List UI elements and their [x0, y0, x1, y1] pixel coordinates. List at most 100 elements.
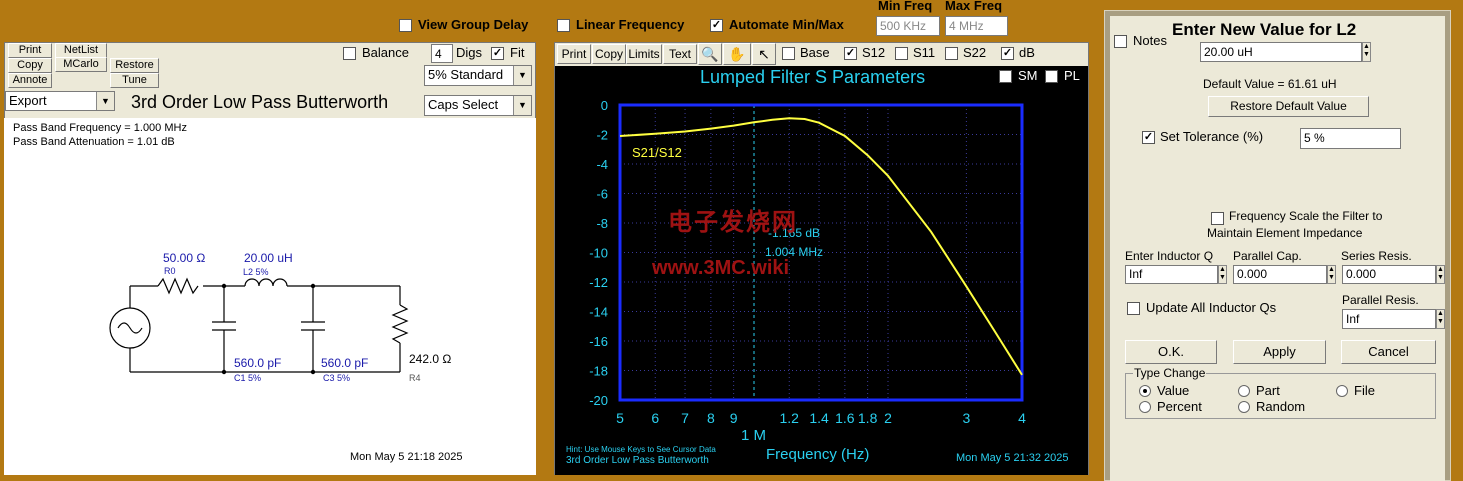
r4-value[interactable]: 242.0 Ω [409, 352, 451, 366]
tolerance-input[interactable]: 5 % [1300, 128, 1401, 149]
percent-radio-label: Percent [1157, 399, 1202, 414]
update-all-checkbox[interactable] [1127, 302, 1140, 315]
pointer-arrow-icon[interactable]: ↖ [752, 43, 776, 65]
r0-name: R0 [164, 266, 176, 276]
y-tick-label: -4 [596, 157, 608, 172]
x-tick-label: 3 [962, 410, 970, 426]
c3-name: C3 5% [323, 373, 351, 383]
y-tick-label: -10 [589, 246, 608, 261]
y-tick-label: -14 [589, 305, 608, 320]
percent-radio[interactable] [1139, 401, 1151, 413]
y-tick-label: 0 [601, 98, 608, 113]
x-tick-label: 1.4 [809, 410, 829, 426]
series-resis-input[interactable]: 0.000 [1342, 265, 1436, 284]
apply-button[interactable]: Apply [1233, 340, 1326, 364]
default-value-text: Default Value = 61.61 uH [1203, 77, 1337, 91]
base-checkbox[interactable] [782, 47, 795, 60]
x-major-label: 1 M [741, 427, 767, 444]
graph-copy-button[interactable]: Copy [592, 44, 626, 64]
cancel-button[interactable]: Cancel [1341, 340, 1436, 364]
s-parameter-chart[interactable]: 0 -2 -4 -6 -8 -10 -12 -14 -16 -18 -20 5 6 7 8 9 1.2 1.4 1.… [555, 66, 1088, 475]
set-tolerance-label: Set Tolerance (%) [1160, 129, 1264, 144]
graph-hint: Hint: Use Mouse Keys to See Cursor Data [566, 445, 716, 454]
zoom-icon[interactable]: 🔍 [698, 43, 722, 65]
x-tick-label: 1.8 [858, 410, 878, 426]
graph-print-button[interactable]: Print [557, 44, 591, 64]
ok-button[interactable]: O.K. [1125, 340, 1217, 364]
min-freq-label: Min Freq [878, 0, 933, 13]
inductor-q-input[interactable]: Inf [1125, 265, 1218, 284]
parallel-cap-spinner[interactable]: ▲ ▼ [1327, 265, 1336, 284]
r0-value[interactable]: 50.00 Ω [163, 251, 205, 265]
series-resis-label: Series Resis. [1341, 249, 1412, 263]
watermark-chinese: 电子发烧网 [668, 209, 798, 236]
new-value-input[interactable]: 20.00 uH [1200, 42, 1362, 62]
file-radio[interactable] [1336, 385, 1348, 397]
s12-checkbox[interactable]: ✓ [844, 47, 857, 60]
parallel-cap-input[interactable]: 0.000 [1233, 265, 1327, 284]
r4-name: R4 [409, 373, 421, 383]
resistor-r4 [391, 304, 409, 344]
y-tick-label: -8 [596, 216, 608, 231]
watermark-url: www.3MC.wiki [652, 257, 790, 279]
x-tick-label: 7 [681, 410, 689, 426]
parallel-cap-label: Parallel Cap. [1233, 249, 1302, 263]
freq-scale-line2: Maintain Element Impedance [1207, 226, 1363, 240]
db-checkbox[interactable]: ✓ [1001, 47, 1014, 60]
y-tick-label: -18 [589, 364, 608, 379]
linear-frequency-checkbox[interactable] [557, 19, 570, 32]
max-freq-label: Max Freq [945, 0, 1003, 13]
x-axis-label: Frequency (Hz) [766, 446, 870, 463]
automate-label: Automate Min/Max [729, 17, 844, 32]
db-label: dB [1019, 45, 1035, 60]
s22-label: S22 [963, 45, 987, 60]
random-radio[interactable] [1238, 401, 1250, 413]
max-freq-input[interactable]: 4 MHz [945, 16, 1008, 36]
notes-checkbox[interactable] [1114, 35, 1127, 48]
series-resis-spinner[interactable]: ▲ ▼ [1436, 265, 1445, 284]
l2-value[interactable]: 20.00 uH [244, 251, 293, 265]
trace-label: S21/S12 [632, 145, 682, 160]
pan-hand-icon[interactable]: ✋ [723, 43, 751, 65]
c1-value[interactable]: 560.0 pF [234, 356, 281, 370]
inductor-q-spinner[interactable]: ▲ ▼ [1218, 265, 1227, 284]
y-tick-label: -12 [589, 275, 608, 290]
inductor-l2 [244, 278, 288, 287]
inductor-q-label: Enter Inductor Q [1125, 249, 1214, 263]
s11-checkbox[interactable] [895, 47, 908, 60]
freq-scale-line1: Frequency Scale the Filter to [1229, 209, 1383, 223]
graph-text-button[interactable]: Text [663, 44, 697, 64]
graph-limits-button[interactable]: Limits [626, 44, 662, 64]
x-tick-label: 2 [884, 410, 892, 426]
resistor-r0 [157, 277, 199, 295]
min-freq-input[interactable]: 500 KHz [876, 16, 940, 36]
panel-heading: Enter New Value for L2 [1172, 20, 1357, 39]
automate-checkbox[interactable]: ✓ [710, 19, 723, 32]
x-tick-label: 1.2 [780, 410, 800, 426]
s22-checkbox[interactable] [945, 47, 958, 60]
value-radio[interactable] [1139, 385, 1151, 397]
notes-label: Notes [1133, 33, 1167, 48]
restore-default-button[interactable]: Restore Default Value [1208, 96, 1369, 117]
c3-value[interactable]: 560.0 pF [321, 356, 368, 370]
x-tick-label: 5 [616, 410, 624, 426]
new-value-spinner[interactable]: ▲ ▼ [1362, 42, 1371, 62]
x-tick-label: 6 [651, 410, 659, 426]
random-radio-label: Random [1256, 399, 1306, 414]
parallel-resis-input[interactable]: Inf [1342, 309, 1436, 329]
y-tick-label: -2 [596, 128, 608, 143]
parallel-resis-spinner[interactable]: ▲ ▼ [1436, 309, 1445, 329]
part-radio[interactable] [1238, 385, 1250, 397]
parallel-resis-label: Parallel Resis. [1342, 293, 1419, 307]
file-radio-label: File [1354, 383, 1375, 398]
y-tick-label: -6 [596, 187, 608, 202]
x-tick-label: 4 [1018, 410, 1026, 426]
x-tick-label: 9 [730, 410, 738, 426]
schematic-diagram [109, 277, 409, 375]
part-radio-label: Part [1256, 383, 1280, 398]
x-tick-label: 1.6 [835, 410, 855, 426]
set-tolerance-checkbox[interactable]: ✓ [1142, 131, 1155, 144]
base-label: Base [800, 45, 830, 60]
linear-frequency-label: Linear Frequency [576, 17, 685, 32]
freq-scale-checkbox[interactable] [1211, 212, 1224, 225]
